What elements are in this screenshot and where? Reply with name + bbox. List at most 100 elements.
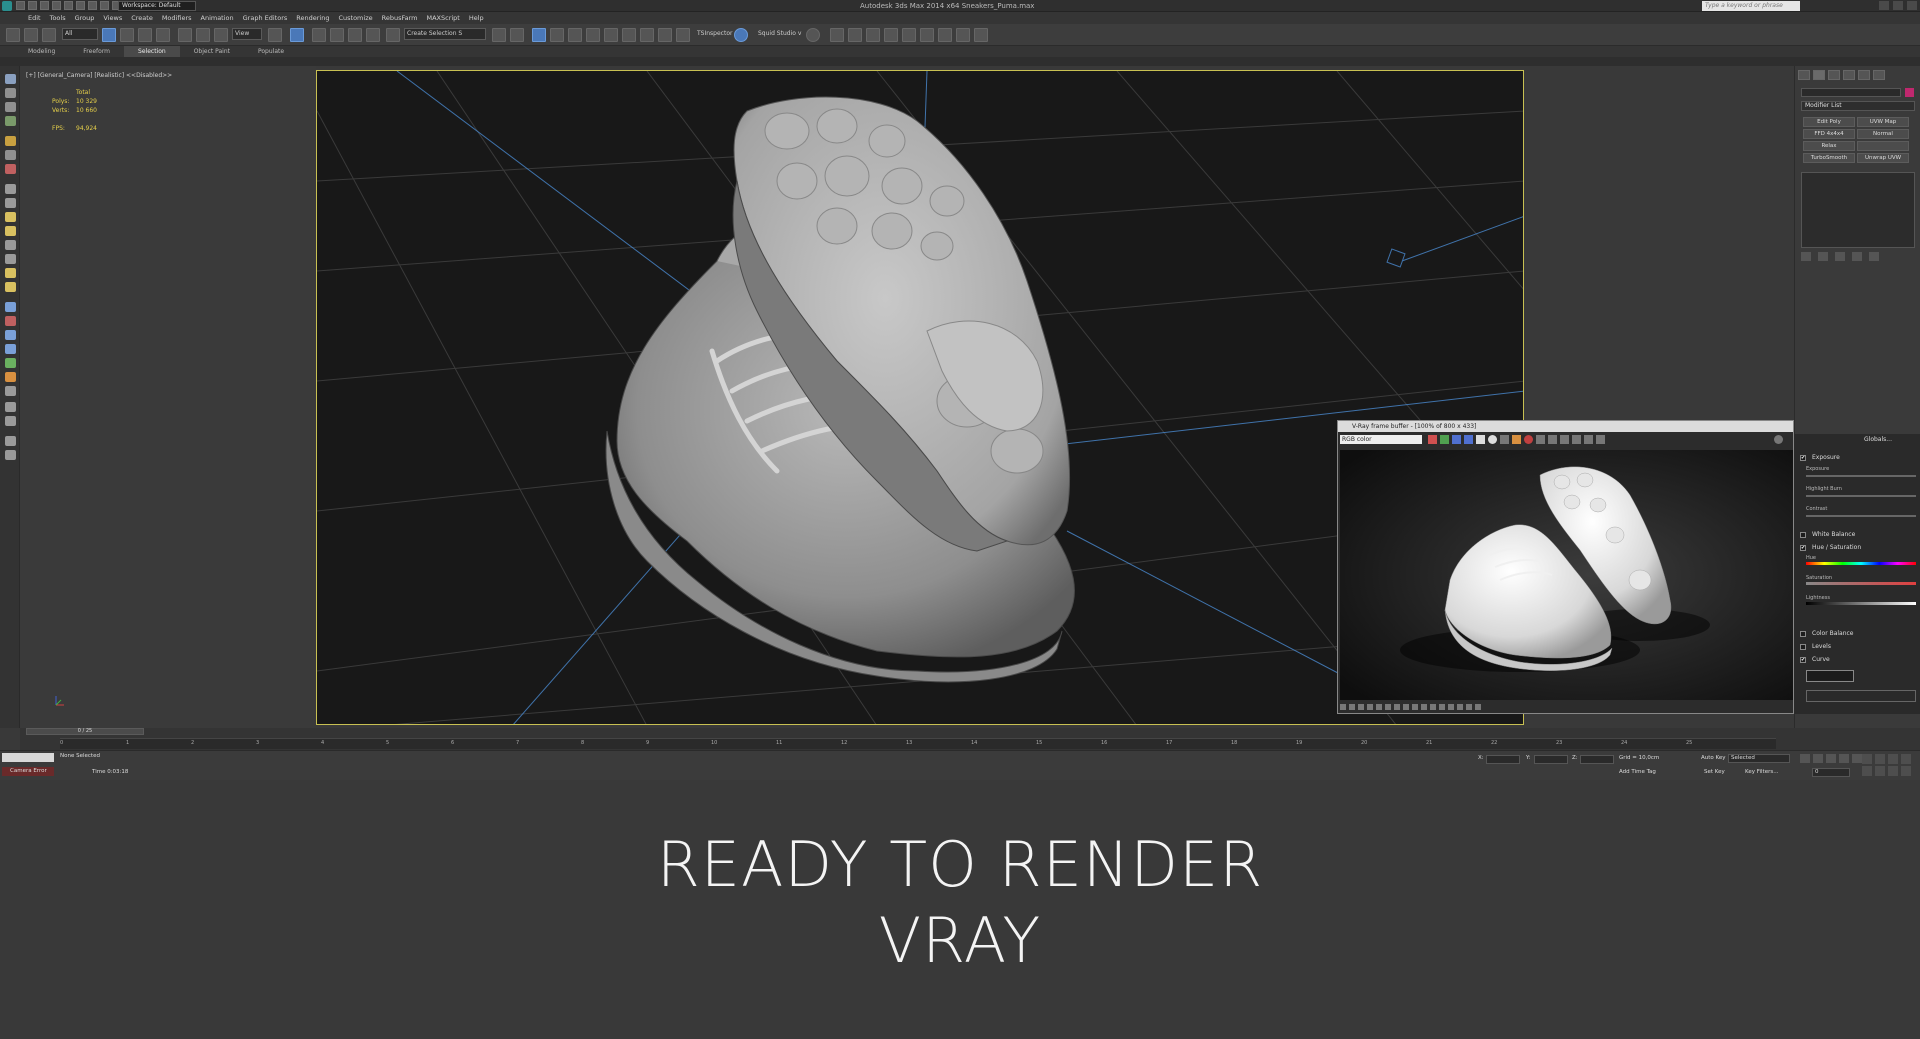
layers-icon[interactable] xyxy=(5,416,16,426)
pivot-center-icon[interactable] xyxy=(268,28,282,42)
new-file-icon[interactable] xyxy=(16,1,25,10)
cc-white-balance-row[interactable]: White Balance xyxy=(1800,531,1855,538)
paint-icon[interactable] xyxy=(5,302,16,312)
vray-mesh-icon[interactable] xyxy=(902,28,916,42)
orbit-icon[interactable] xyxy=(1888,766,1898,776)
hierarchy-tab-icon[interactable] xyxy=(1828,70,1840,80)
vfb-render-image[interactable] xyxy=(1340,450,1793,700)
close-icon[interactable] xyxy=(1907,1,1917,10)
spot-icon[interactable] xyxy=(5,254,16,264)
link-icon[interactable] xyxy=(6,28,20,42)
vray-plane-icon[interactable] xyxy=(956,28,970,42)
modifier-relax-button[interactable]: Relax xyxy=(1803,141,1855,151)
spacewarp-icon[interactable] xyxy=(5,184,16,194)
play-icon[interactable] xyxy=(1826,754,1836,763)
save-file-icon[interactable] xyxy=(40,1,49,10)
cc-contrast-slider[interactable] xyxy=(1806,515,1916,517)
app-logo-icon[interactable] xyxy=(2,1,12,11)
go-to-start-icon[interactable] xyxy=(1800,754,1810,763)
set-key-button[interactable]: Set Key xyxy=(1704,769,1725,775)
modifier-empty-button[interactable] xyxy=(1857,141,1909,151)
cc-exposure-checkbox[interactable]: ✔ xyxy=(1800,454,1806,461)
menu-rebusfarm[interactable]: RebusFarm xyxy=(382,12,418,24)
align-icon[interactable] xyxy=(510,28,524,42)
create-tab-icon[interactable] xyxy=(1798,70,1810,80)
select-object-icon[interactable] xyxy=(102,28,116,42)
cc-highlight-burn-slider[interactable] xyxy=(1806,495,1916,497)
unlink-icon[interactable] xyxy=(24,28,38,42)
particle-icon[interactable] xyxy=(5,372,16,382)
bind-space-warp-icon[interactable] xyxy=(42,28,56,42)
cc-color-balance-row[interactable]: Color Balance xyxy=(1800,630,1854,637)
modifier-turbosmooth-button[interactable]: TurboSmooth xyxy=(1803,153,1855,163)
redo-icon[interactable] xyxy=(64,1,73,10)
cc-curve-preview[interactable] xyxy=(1806,670,1854,682)
vray-light-icon[interactable] xyxy=(848,28,862,42)
tab-populate[interactable]: Populate xyxy=(244,46,298,57)
vfb-alpha-channel-icon[interactable] xyxy=(1464,435,1473,444)
minimize-icon[interactable] xyxy=(1879,1,1889,10)
rectangular-selection-icon[interactable] xyxy=(138,28,152,42)
vfb-title[interactable]: V-Ray frame buffer - [100% of 800 x 433] xyxy=(1338,421,1793,432)
x-coord-field[interactable] xyxy=(1486,755,1520,764)
vfb-bottom-icon-13[interactable] xyxy=(1448,704,1454,710)
plugin-squid-studio[interactable]: Squid Studio v xyxy=(758,30,801,37)
vfb-bottom-icon-12[interactable] xyxy=(1439,704,1445,710)
menu-group[interactable]: Group xyxy=(75,12,95,24)
vfb-bottom-icon-4[interactable] xyxy=(1367,704,1373,710)
fetch-icon[interactable] xyxy=(88,1,97,10)
z-coord-field[interactable] xyxy=(1580,755,1614,764)
menu-edit[interactable]: Edit xyxy=(28,12,41,24)
skylight-icon[interactable] xyxy=(5,268,16,278)
script-icon[interactable] xyxy=(5,436,16,446)
object-color-swatch[interactable] xyxy=(1905,88,1914,97)
modifier-uvw-map-button[interactable]: UVW Map xyxy=(1857,117,1909,127)
configure-modifier-sets-icon[interactable] xyxy=(1869,252,1879,261)
menu-maxscript[interactable]: MAXScript xyxy=(426,12,459,24)
cc-curve-checkbox[interactable]: ✔ xyxy=(1800,656,1806,663)
vfb-bottom-icon-6[interactable] xyxy=(1385,704,1391,710)
search-input[interactable]: Type a keyword or phrase xyxy=(1702,1,1800,11)
mirror-icon[interactable] xyxy=(492,28,506,42)
sphere-primitive-icon[interactable] xyxy=(5,402,16,412)
pan-icon[interactable] xyxy=(1875,766,1885,776)
pin-stack-icon[interactable] xyxy=(1801,252,1811,261)
box-icon[interactable] xyxy=(5,88,16,98)
vfb-save-icon[interactable] xyxy=(1488,435,1497,444)
menu-rendering[interactable]: Rendering xyxy=(296,12,329,24)
zoom-extents-icon[interactable] xyxy=(1888,754,1898,764)
scale-icon[interactable] xyxy=(214,28,228,42)
menu-views[interactable]: Views xyxy=(103,12,122,24)
vfb-render-icon[interactable] xyxy=(1596,435,1605,444)
vfb-channel-dropdown[interactable]: RGB color xyxy=(1340,435,1422,444)
vfb-load-icon[interactable] xyxy=(1500,435,1509,444)
vfb-bottom-icon-7[interactable] xyxy=(1394,704,1400,710)
modifier-normal-button[interactable]: Normal xyxy=(1857,129,1909,139)
grid-icon[interactable] xyxy=(5,386,16,396)
daylight-icon[interactable] xyxy=(5,282,16,292)
shopping-cart-icon[interactable] xyxy=(974,28,988,42)
vfb-bottom-icon-3[interactable] xyxy=(1358,704,1364,710)
menu-help[interactable]: Help xyxy=(469,12,484,24)
modifier-unwrap-uvw-button[interactable]: Unwrap UVW xyxy=(1857,153,1909,163)
auto-key-button[interactable]: Auto Key xyxy=(1701,755,1726,761)
vray-frame-buffer-window[interactable]: V-Ray frame buffer - [100% of 800 x 433]… xyxy=(1337,420,1794,714)
motion-tab-icon[interactable] xyxy=(1843,70,1855,80)
vfb-compare-icon[interactable] xyxy=(1584,435,1593,444)
cc-hue-saturation-checkbox[interactable]: ✔ xyxy=(1800,544,1806,551)
workspace-dropdown[interactable]: Workspace: Default xyxy=(118,1,196,11)
time-slider[interactable]: 0 / 25 xyxy=(26,728,144,735)
sun-icon[interactable] xyxy=(5,212,16,222)
system-icon[interactable] xyxy=(5,198,16,208)
angle-snap-icon[interactable] xyxy=(330,28,344,42)
object-name-field[interactable] xyxy=(1801,88,1901,97)
vfb-bottom-icon-2[interactable] xyxy=(1349,704,1355,710)
sphere-icon[interactable] xyxy=(5,102,16,112)
reference-coordinate-dropdown[interactable]: View xyxy=(232,28,262,40)
open-file-icon[interactable] xyxy=(28,1,37,10)
scene-explorer-icon[interactable] xyxy=(532,28,546,42)
vray-render-icon[interactable] xyxy=(830,28,844,42)
selection-filter-dropdown[interactable]: All xyxy=(62,28,98,40)
vfb-color-icon[interactable] xyxy=(1774,435,1783,444)
menu-graph-editors[interactable]: Graph Editors xyxy=(243,12,288,24)
